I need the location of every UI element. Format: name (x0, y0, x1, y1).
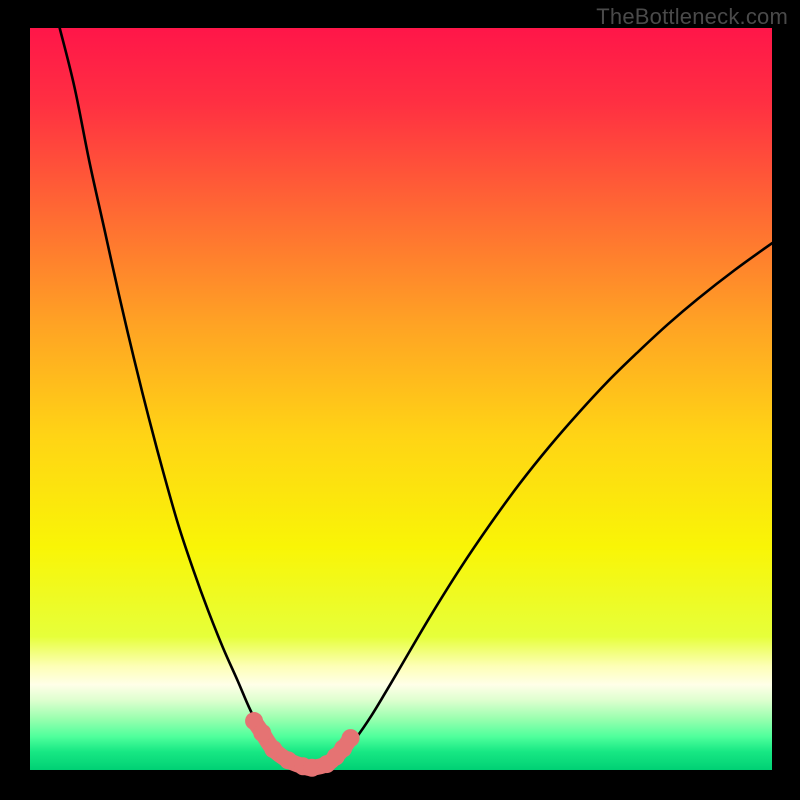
highlight-dot (264, 740, 282, 758)
highlight-dot (342, 729, 360, 747)
bottleneck-curve (60, 28, 772, 768)
curve-layer (30, 28, 772, 770)
highlight-dot (253, 724, 271, 742)
outer-frame: TheBottleneck.com (0, 0, 800, 800)
plot-area (30, 28, 772, 770)
watermark-text: TheBottleneck.com (596, 4, 788, 30)
